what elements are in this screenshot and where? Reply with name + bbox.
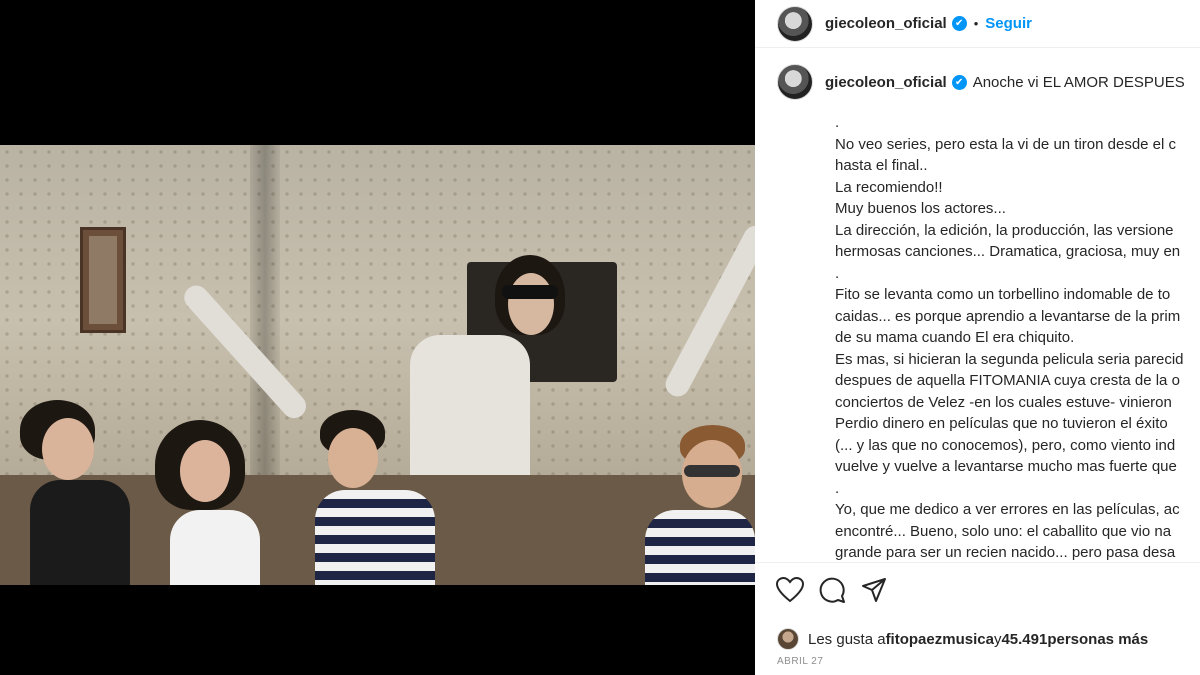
caption-first-line: Anoche vi EL AMOR DESPUES — [972, 73, 1185, 91]
man-sunglasses — [502, 285, 558, 299]
caption-line: Muy buenos los actores... — [835, 200, 1006, 217]
striped-shirt — [645, 510, 755, 585]
caption-line: de su mama cuando El era chiquito. — [835, 329, 1075, 346]
likes-prefix: Les gusta a — [808, 630, 886, 648]
caption-line: hasta el final.. — [835, 157, 928, 174]
man-face — [508, 273, 554, 335]
caption-line: . — [835, 264, 840, 282]
caption-line: caidas... es porque aprendio a levantars… — [835, 307, 1181, 325]
post-caption: giecoleon_oficial ✔ Anoche vi EL AMOR DE… — [755, 62, 1200, 562]
caption-line: (... y las que no conocemos), pero, como… — [835, 436, 1176, 454]
person-face — [180, 440, 230, 502]
caption-head: giecoleon_oficial ✔ Anoche vi EL AMOR DE… — [777, 62, 1185, 102]
post-media[interactable] — [0, 0, 755, 675]
person-center-left — [300, 410, 450, 585]
likes-count[interactable]: 45.491 — [1001, 631, 1047, 648]
caption-line: Es mas, si hicieran la segunda pelicula … — [835, 350, 1184, 368]
frame-picture — [89, 236, 117, 324]
caption-line: . — [835, 114, 840, 131]
wall-picture-frame — [80, 227, 126, 333]
person-face — [328, 428, 378, 488]
comment-button[interactable] — [817, 575, 847, 605]
caption-line: Yo, que me dedico a ver errores en las p… — [835, 501, 1180, 518]
comment-icon — [819, 577, 845, 603]
caption-line: conciertos de Velez -en los cuales estuv… — [835, 393, 1172, 411]
send-icon — [862, 578, 886, 602]
separator-dot: • — [973, 16, 979, 31]
liker-username[interactable]: fitopaezmusica — [886, 631, 994, 648]
striped-shirt — [315, 490, 435, 585]
verified-badge-icon: ✔ — [951, 16, 967, 31]
caption-avatar[interactable] — [777, 64, 813, 100]
caption-line: hermosas canciones... Dramatica, gracios… — [835, 243, 1181, 260]
profile-avatar[interactable] — [777, 5, 813, 42]
post-header: giecoleon_oficial ✔ • Seguir — [755, 0, 1200, 48]
verified-badge-icon: ✔ — [951, 74, 967, 90]
follow-button[interactable]: Seguir — [985, 15, 1032, 32]
caption-line: Fito se levanta como un torbellino indom… — [835, 286, 1171, 303]
caption-line: despues de aquella FITOMANIA cuya cresta… — [835, 372, 1180, 389]
person-left-1 — [20, 400, 130, 585]
person-sunglasses — [684, 465, 740, 477]
likes-middle: y — [993, 630, 1002, 648]
caption-line: . — [835, 479, 840, 497]
caption-line: grande para ser un recien nacido... pero… — [835, 544, 1176, 561]
caption-text: . No veo series, pero esta la vi de un t… — [835, 112, 1200, 562]
caption-line: vuelve y vuelve a levantarse mucho mas f… — [835, 458, 1177, 475]
caption-line: La dirección, la edición, la producción,… — [835, 221, 1174, 239]
post-actions — [775, 575, 889, 605]
heart-icon — [776, 577, 804, 603]
person-right — [640, 425, 755, 585]
person-shirt — [170, 510, 260, 585]
caption-line: La recomiendo!! — [835, 178, 943, 196]
post-photo[interactable] — [0, 145, 755, 585]
caption-line: No veo series, pero esta la vi de un tir… — [835, 135, 1177, 153]
actions-divider — [755, 562, 1200, 563]
person-left-2 — [155, 420, 270, 585]
caption-header: giecoleon_oficial ✔ Anoche vi EL AMOR DE… — [755, 62, 1200, 102]
liker-avatar[interactable] — [777, 628, 799, 650]
share-button[interactable] — [859, 575, 889, 605]
post-sidebar: giecoleon_oficial ✔ • Seguir giecoleon_o… — [755, 0, 1200, 675]
profile-username[interactable]: giecoleon_oficial — [825, 15, 947, 32]
like-button[interactable] — [775, 575, 805, 605]
person-shirt — [30, 480, 130, 585]
likes-suffix[interactable]: personas más — [1047, 631, 1148, 648]
caption-line: Perdio dinero en películas que no tuvier… — [835, 415, 1168, 432]
likes-summary: Les gusta a fitopaezmusica y 45.491 pers… — [777, 628, 1148, 650]
caption-line: encontré... Bueno, solo uno: el caballit… — [835, 522, 1172, 540]
caption-username[interactable]: giecoleon_oficial — [825, 74, 947, 91]
person-face — [42, 418, 94, 480]
post-date[interactable]: ABRIL 27 — [777, 656, 823, 667]
